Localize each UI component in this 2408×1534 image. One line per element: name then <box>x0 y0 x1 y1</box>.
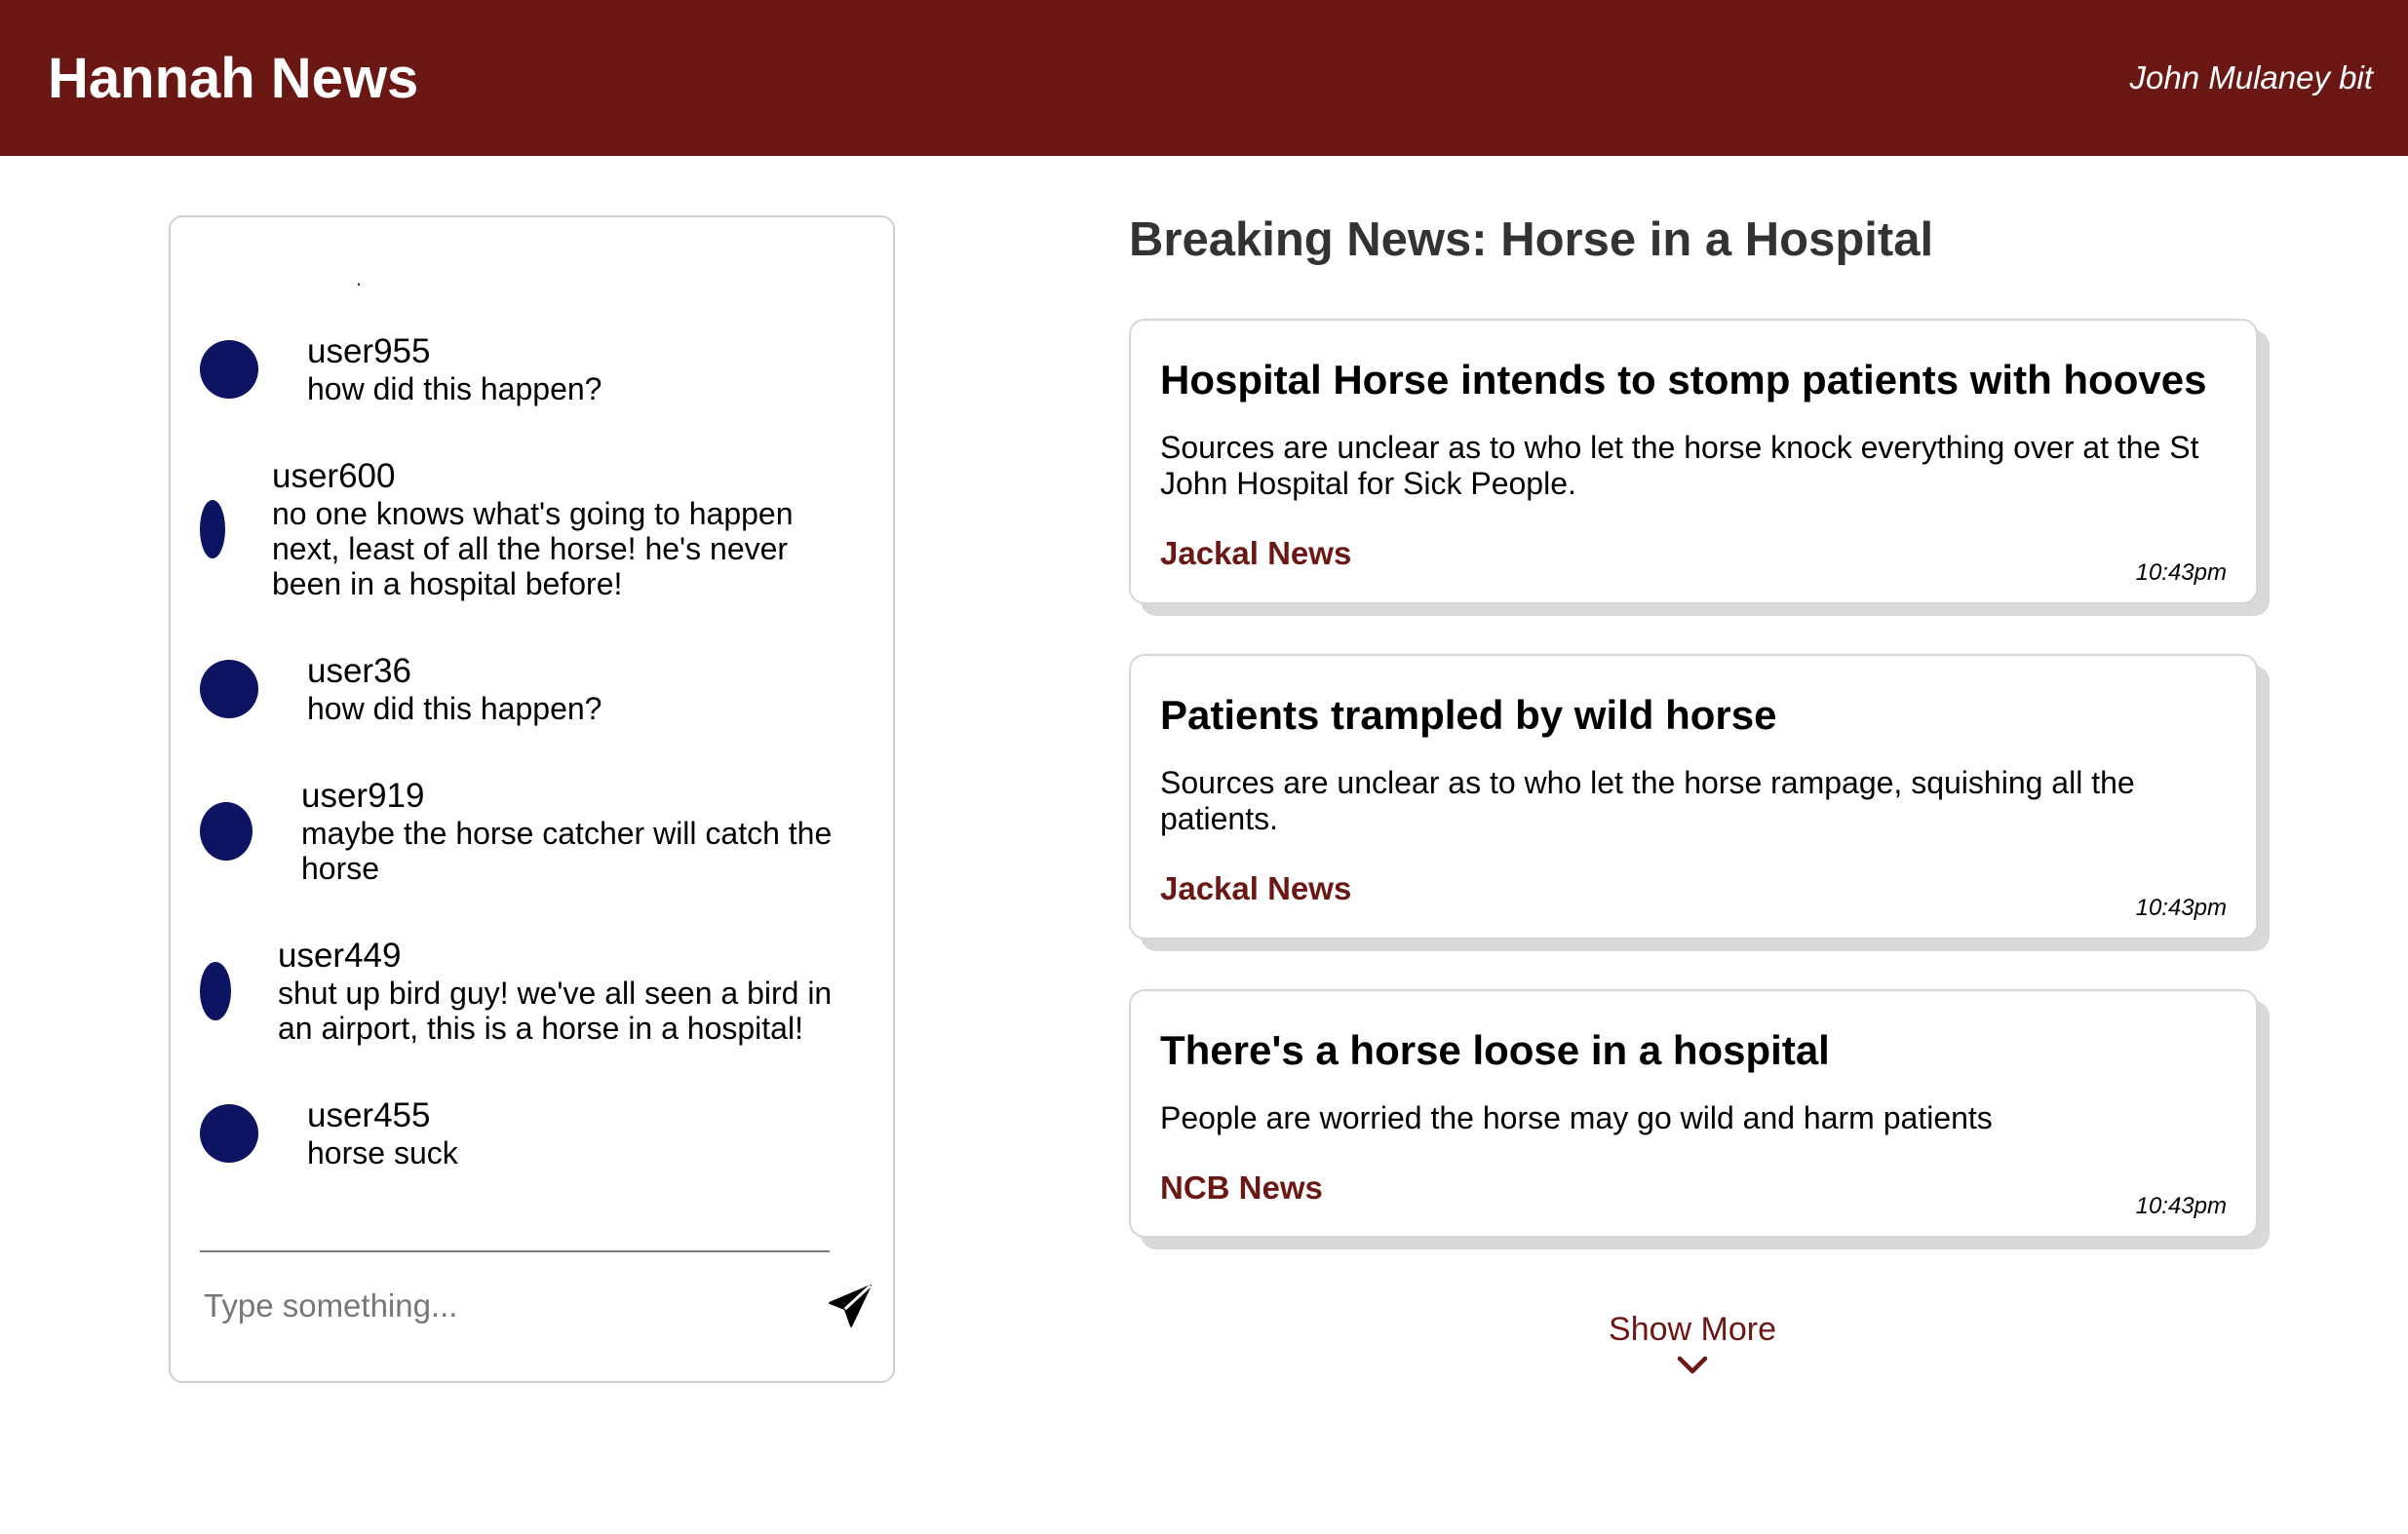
news-card-source[interactable]: NCB News <box>1160 1170 2227 1207</box>
news-card[interactable]: Patients trampled by wild horse Sources … <box>1129 654 2258 940</box>
news-card-title[interactable]: Patients trampled by wild horse <box>1160 691 2227 740</box>
chat-message: user36 how did this happen? <box>200 652 602 726</box>
news-card-time: 10:43pm <box>2135 895 2227 921</box>
chat-divider <box>200 1250 830 1252</box>
news-card-source[interactable]: Jackal News <box>1160 535 2227 572</box>
news-card-description-line: patients. <box>1160 801 1278 836</box>
chat-message-list[interactable]: user955 how did this happen? user600 no … <box>171 217 893 1231</box>
news-card-description-line: Sources are unclear as to who let the ho… <box>1160 765 2135 800</box>
send-button[interactable] <box>826 1282 874 1330</box>
site-title[interactable]: Hannah News <box>48 46 418 111</box>
news-card-description: Sources are unclear as to who let the ho… <box>1160 430 2227 502</box>
header-tagline: John Mulaney bit <box>2129 59 2373 96</box>
chat-username: user955 <box>307 332 431 370</box>
news-card-description: People are worried the horse may go wild… <box>1160 1100 2227 1136</box>
chat-message: user600 no one knows what's going to hap… <box>200 457 794 601</box>
chat-username: user919 <box>301 777 425 815</box>
chat-message-text: shut up bird guy! we've all seen a bird … <box>278 976 833 1011</box>
chat-message-text: maybe the horse catcher will catch the <box>301 816 833 851</box>
news-card-time: 10:43pm <box>2135 1193 2227 1219</box>
chat-username: user449 <box>278 937 402 975</box>
chat-message: user955 how did this happen? <box>200 332 602 406</box>
chat-message-text: how did this happen? <box>307 691 602 726</box>
chat-message: user449 shut up bird guy! we've all seen… <box>200 937 832 1046</box>
avatar <box>200 802 252 861</box>
news-card-title[interactable]: Hospital Horse intends to stomp patients… <box>1160 356 2227 404</box>
chat-message-text: been in a hospital before! <box>272 566 623 601</box>
chat-message-text: how did this happen? <box>307 371 602 406</box>
avatar <box>200 500 225 558</box>
show-more-label: Show More <box>1609 1311 1776 1348</box>
send-icon <box>829 1285 872 1327</box>
news-card-description: Sources are unclear as to who let the ho… <box>1160 765 2227 837</box>
site-header: Hannah News John Mulaney bit <box>0 0 2408 156</box>
chevron-down-icon <box>1677 1356 1708 1374</box>
news-heading: Breaking News: Horse in a Hospital <box>1129 213 1934 266</box>
chat-message-text: an airport, this is a horse in a hospita… <box>278 1011 803 1046</box>
news-card[interactable]: Hospital Horse intends to stomp patients… <box>1129 319 2258 604</box>
chat-message: user919 maybe the horse catcher will cat… <box>200 777 832 886</box>
chat-username: user36 <box>307 652 412 690</box>
news-card-description-line: Sources are unclear as to who let the ho… <box>1160 430 2199 465</box>
avatar <box>200 340 258 399</box>
chat-message-text: no one knows what's going to happen <box>272 496 794 531</box>
news-card[interactable]: There's a horse loose in a hospital Peop… <box>1129 989 2258 1238</box>
chat-panel: . user955 how did this happen? user600 n… <box>169 215 895 1383</box>
chat-message-text: next, least of all the horse! he's never <box>272 531 789 566</box>
chat-message: user455 horse suck <box>200 1096 458 1170</box>
chat-message-text: horse <box>301 851 380 886</box>
chat-message-text: horse suck <box>307 1135 458 1170</box>
news-card-title[interactable]: There's a horse loose in a hospital <box>1160 1026 2227 1075</box>
news-card-source[interactable]: Jackal News <box>1160 870 2227 907</box>
avatar <box>200 660 258 718</box>
chat-input[interactable] <box>200 1272 746 1340</box>
show-more-button[interactable]: Show More <box>1560 1311 1825 1376</box>
chat-username: user455 <box>307 1096 431 1134</box>
avatar <box>200 962 231 1020</box>
avatar <box>200 1104 258 1163</box>
news-card-time: 10:43pm <box>2135 559 2227 586</box>
chat-username: user600 <box>272 457 396 495</box>
news-card-description-line: John Hospital for Sick People. <box>1160 466 1576 501</box>
news-card-description-line: People are worried the horse may go wild… <box>1160 1100 1993 1135</box>
